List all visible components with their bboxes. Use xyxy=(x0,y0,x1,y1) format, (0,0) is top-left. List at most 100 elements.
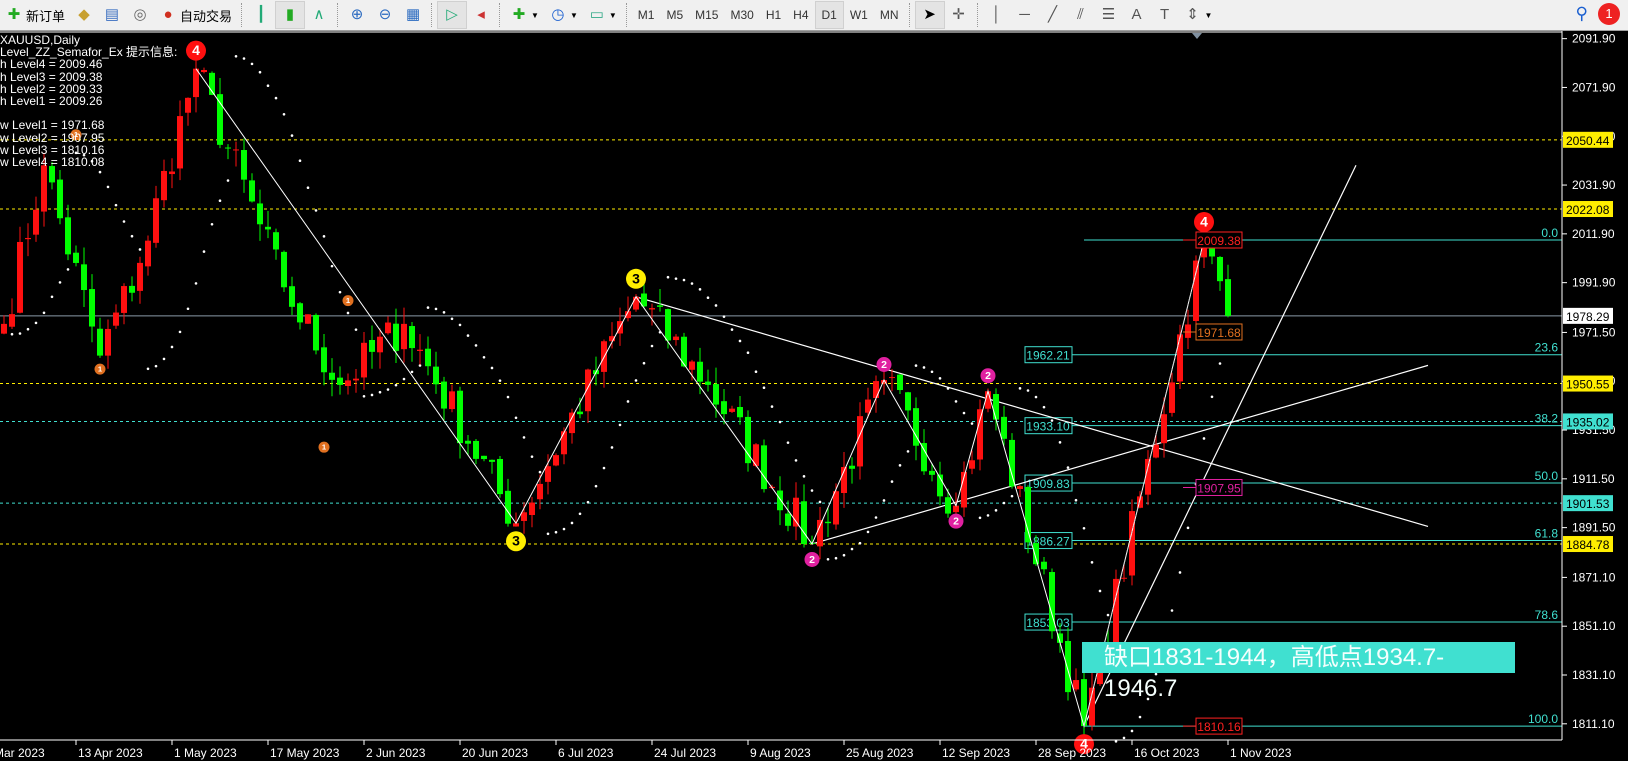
price-tick-label: 1911.50 xyxy=(1572,472,1615,486)
line-chart-button[interactable]: ∧ xyxy=(305,2,333,28)
navigator-button[interactable]: ▤ xyxy=(98,2,126,28)
indicators-button[interactable]: ✚ ▼ xyxy=(505,2,544,28)
parabolic-sar-dot xyxy=(642,361,646,365)
arrows-tool[interactable]: ⇕ ▼ xyxy=(1179,2,1218,28)
chart-shift-button[interactable]: ◂ xyxy=(467,2,495,28)
cursor-tool[interactable]: ➤ xyxy=(914,1,945,29)
candle-body xyxy=(201,69,207,73)
fibonacci-tool[interactable]: ☰ xyxy=(1095,2,1123,28)
candle-body xyxy=(425,348,431,367)
parabolic-sar-dot xyxy=(1002,501,1006,505)
candle-body xyxy=(657,305,663,307)
parabolic-sar-dot xyxy=(794,459,798,462)
parabolic-sar-dot xyxy=(402,377,406,381)
timeframe-h1[interactable]: H1 xyxy=(760,2,787,28)
candle-body xyxy=(465,440,471,444)
parabolic-sar-dot xyxy=(410,370,414,374)
parabolic-sar-dot xyxy=(1106,613,1110,617)
parabolic-sar-dot xyxy=(42,311,46,315)
tile-windows-button[interactable]: ▦ xyxy=(399,2,427,28)
bar-chart-button[interactable]: ┃ xyxy=(247,2,275,28)
parabolic-sar-dot xyxy=(66,268,70,271)
candle-body xyxy=(281,251,287,288)
info-line: w Level1 = 1971.68 xyxy=(0,118,105,133)
date-tick-label: 24 Jul 2023 xyxy=(654,746,716,760)
candle-body xyxy=(441,381,447,409)
timeframe-m15[interactable]: M15 xyxy=(689,2,724,28)
semafor-label: 3 xyxy=(632,270,640,286)
parabolic-sar-dot xyxy=(714,304,718,307)
price-tick-label: 1811.10 xyxy=(1572,717,1615,731)
search-icon[interactable]: ⚲ xyxy=(1576,4,1588,24)
timeframe-mn[interactable]: MN xyxy=(874,2,905,28)
candle-body xyxy=(817,519,823,547)
candle-body xyxy=(321,347,327,373)
parabolic-sar-dot xyxy=(554,530,558,534)
parabolic-sar-dot xyxy=(1138,715,1142,719)
parabolic-sar-dot xyxy=(1186,526,1190,530)
parabolic-sar-dot xyxy=(666,275,670,279)
price-tick-label: 2091.90 xyxy=(1572,32,1616,46)
parabolic-sar-dot xyxy=(850,547,854,551)
parabolic-sar-dot xyxy=(586,500,590,504)
timeframe-m1[interactable]: M1 xyxy=(632,2,661,28)
parabolic-sar-dot xyxy=(1130,729,1134,733)
parabolic-sar-dot xyxy=(338,290,342,294)
line-chart-icon: ∧ xyxy=(313,6,325,23)
info-line: w Level4 = 1810.08 xyxy=(0,154,105,169)
timeframe-d1[interactable]: D1 xyxy=(814,1,844,29)
market-watch-button[interactable]: ◆ xyxy=(70,2,98,28)
auto-trading-button[interactable]: ● 自动交易 xyxy=(154,2,237,28)
notification-badge[interactable]: 1 xyxy=(1598,3,1620,25)
gap-annotation[interactable]: 缺口1831-1944，高低点1934.7-1946.7 xyxy=(1082,642,1515,702)
parabolic-sar-dot xyxy=(1210,395,1214,399)
periods-button[interactable]: ◷ ▼ xyxy=(544,2,583,28)
auto-trading-icon: ● xyxy=(163,6,173,23)
parabolic-sar-dot xyxy=(386,388,390,391)
text-label-tool[interactable]: T xyxy=(1151,2,1179,28)
price-tick-label: 1851.10 xyxy=(1572,619,1616,633)
timeframe-w1[interactable]: W1 xyxy=(844,2,874,28)
fib-ratio-label: 100.0 xyxy=(1528,712,1558,726)
parabolic-sar-dot xyxy=(802,475,806,478)
vertical-line-tool[interactable]: │ xyxy=(983,2,1011,28)
trendline-tool[interactable]: ╱ xyxy=(1039,2,1067,28)
text-tool[interactable]: A xyxy=(1123,2,1151,28)
zoom-in-button[interactable]: ⊕ xyxy=(343,2,371,28)
new-order-button[interactable]: ✚ 新订单 xyxy=(0,2,70,28)
templates-button[interactable]: ▭ ▼ xyxy=(583,2,622,28)
zoom-out-button[interactable]: ⊖ xyxy=(371,2,399,28)
timeframe-h4[interactable]: H4 xyxy=(787,2,814,28)
candle-body xyxy=(849,465,855,469)
parabolic-sar-dot xyxy=(226,179,230,182)
candle-body xyxy=(1161,414,1167,444)
timeframe-m5[interactable]: M5 xyxy=(660,2,689,28)
parabolic-sar-dot xyxy=(834,556,838,560)
auto-scroll-button[interactable]: ▷ xyxy=(437,1,468,29)
candle-body xyxy=(833,491,839,525)
candle-body xyxy=(977,409,983,460)
parabolic-sar-dot xyxy=(58,281,62,284)
crosshair-tool[interactable]: ✛ xyxy=(945,2,973,28)
candle-body xyxy=(481,455,487,460)
parabolic-sar-dot xyxy=(618,423,622,427)
trendline-icon: ╱ xyxy=(1048,6,1058,23)
candle-body xyxy=(489,459,495,462)
parabolic-sar-dot xyxy=(122,220,126,223)
signals-button[interactable]: ◎ xyxy=(126,2,154,28)
candle-body xyxy=(1025,486,1031,543)
shift-marker-icon[interactable] xyxy=(1192,33,1202,39)
parabolic-sar-dot xyxy=(498,379,502,382)
horizontal-line-tool[interactable]: ─ xyxy=(1011,2,1039,28)
zoom-out-icon: ⊖ xyxy=(378,6,392,23)
semafor-label: 1 xyxy=(346,296,351,305)
timeframe-m30[interactable]: M30 xyxy=(724,2,759,28)
parabolic-sar-dot xyxy=(290,134,294,137)
parabolic-sar-dot xyxy=(282,112,286,116)
candlestick-button[interactable]: ▮ xyxy=(275,1,306,29)
date-tick-label: 12 Sep 2023 xyxy=(942,746,1010,760)
equidistant-channel-tool[interactable]: ⫽ xyxy=(1067,2,1095,28)
semafor-label: 3 xyxy=(512,533,520,549)
candle-body xyxy=(337,377,343,385)
parabolic-sar-dot xyxy=(114,203,118,207)
